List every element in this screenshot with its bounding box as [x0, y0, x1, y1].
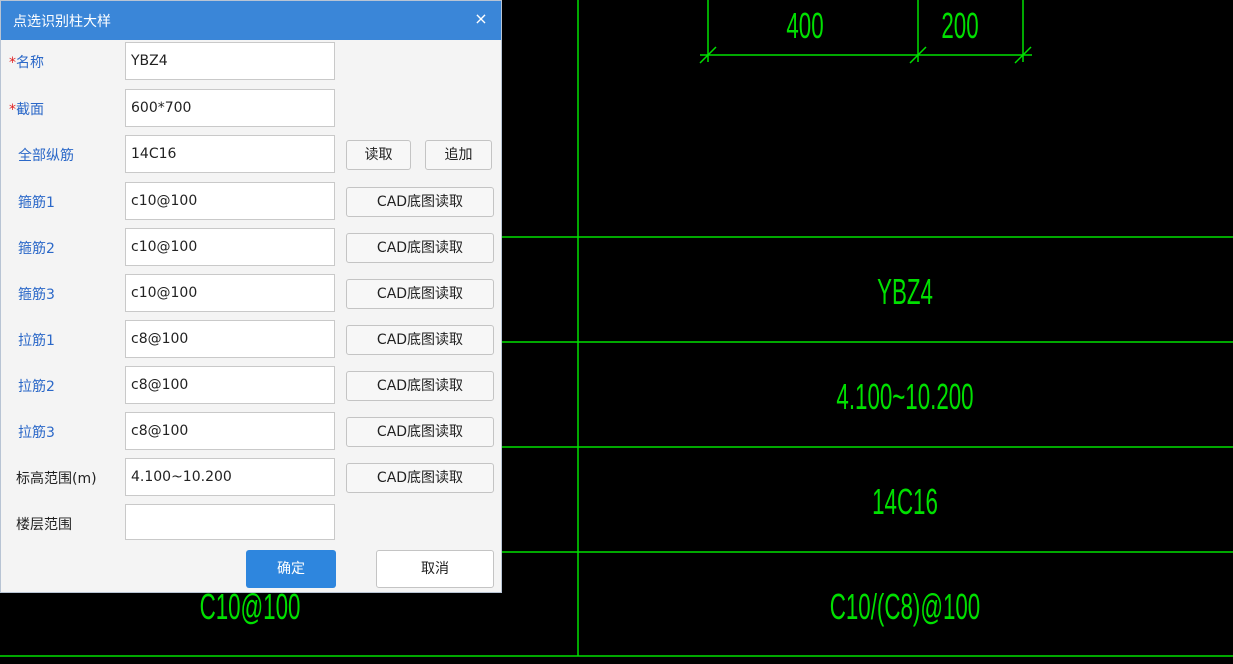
tie-3-input[interactable] — [125, 412, 335, 450]
floor-range-input[interactable] — [125, 504, 335, 540]
stirrup-1-cad-read-button[interactable]: CAD底图读取 — [346, 187, 494, 217]
label-stirrup-3: 箍筋3 — [18, 287, 55, 303]
label-stirrup-2: 箍筋2 — [18, 241, 55, 257]
cad-elevation: 4.100~10.200 — [836, 376, 974, 417]
required-star: * — [9, 55, 16, 71]
cad-dim-400: 400 — [786, 5, 824, 46]
tie-1-cad-read-button[interactable]: CAD底图读取 — [346, 325, 494, 355]
row-tie-2: 拉筋2 CAD底图读取 — [1, 366, 501, 404]
label-all-longbar: 全部纵筋 — [18, 148, 74, 164]
column-detail-dialog: 点选识别柱大样 × *名称 *截面 全部纵筋 读取 追加 箍筋1 CAD底图读取… — [0, 0, 502, 593]
label-stirrup-1: 箍筋1 — [18, 195, 55, 211]
required-star: * — [9, 102, 16, 118]
tie-3-cad-read-button[interactable]: CAD底图读取 — [346, 417, 494, 447]
row-tie-3: 拉筋3 CAD底图读取 — [1, 412, 501, 450]
cad-column-name: YBZ4 — [877, 271, 933, 312]
label-tie-3: 拉筋3 — [18, 425, 55, 441]
label-tie-2: 拉筋2 — [18, 379, 55, 395]
row-stirrup-1: 箍筋1 CAD底图读取 — [1, 182, 501, 220]
elevation-range-input[interactable] — [125, 458, 335, 496]
close-icon[interactable]: × — [471, 9, 491, 29]
row-stirrup-2: 箍筋2 CAD底图读取 — [1, 228, 501, 266]
row-all-longbar: 全部纵筋 读取 追加 — [1, 135, 501, 173]
section-input[interactable] — [125, 89, 335, 127]
label-floor-range: 楼层范围 — [16, 517, 72, 533]
tie-2-input[interactable] — [125, 366, 335, 404]
stirrup-3-input[interactable] — [125, 274, 335, 312]
row-stirrup-3: 箍筋3 CAD底图读取 — [1, 274, 501, 312]
row-tie-1: 拉筋1 CAD底图读取 — [1, 320, 501, 358]
label-section-text: 截面 — [16, 102, 44, 118]
label-elevation-range: 标高范围(m) — [16, 471, 97, 487]
read-button[interactable]: 读取 — [346, 140, 411, 170]
dialog-titlebar[interactable]: 点选识别柱大样 × — [1, 1, 501, 40]
label-name: *名称 — [9, 52, 44, 72]
name-input[interactable] — [125, 42, 335, 80]
elevation-cad-read-button[interactable]: CAD底图读取 — [346, 463, 494, 493]
cad-left-stirrup: C10@100 — [199, 586, 301, 627]
all-longbar-input[interactable] — [125, 135, 335, 173]
label-section: *截面 — [9, 99, 44, 119]
tie-2-cad-read-button[interactable]: CAD底图读取 — [346, 371, 494, 401]
stirrup-1-input[interactable] — [125, 182, 335, 220]
cad-stirrup: C10/(C8)@100 — [829, 586, 981, 627]
stirrup-2-input[interactable] — [125, 228, 335, 266]
stirrup-2-cad-read-button[interactable]: CAD底图读取 — [346, 233, 494, 263]
stirrup-3-cad-read-button[interactable]: CAD底图读取 — [346, 279, 494, 309]
row-name: *名称 — [1, 42, 501, 80]
dialog-title: 点选识别柱大样 — [13, 14, 111, 30]
label-name-text: 名称 — [16, 55, 44, 71]
row-elevation-range: 标高范围(m) CAD底图读取 — [1, 458, 501, 496]
cad-longbar: 14C16 — [872, 481, 938, 522]
label-tie-1: 拉筋1 — [18, 333, 55, 349]
cancel-button[interactable]: 取消 — [376, 550, 494, 588]
ok-button[interactable]: 确定 — [246, 550, 336, 588]
append-button[interactable]: 追加 — [425, 140, 492, 170]
tie-1-input[interactable] — [125, 320, 335, 358]
cad-dim-200: 200 — [941, 5, 979, 46]
row-floor-range: 楼层范围 — [1, 504, 501, 542]
row-section: *截面 — [1, 89, 501, 127]
